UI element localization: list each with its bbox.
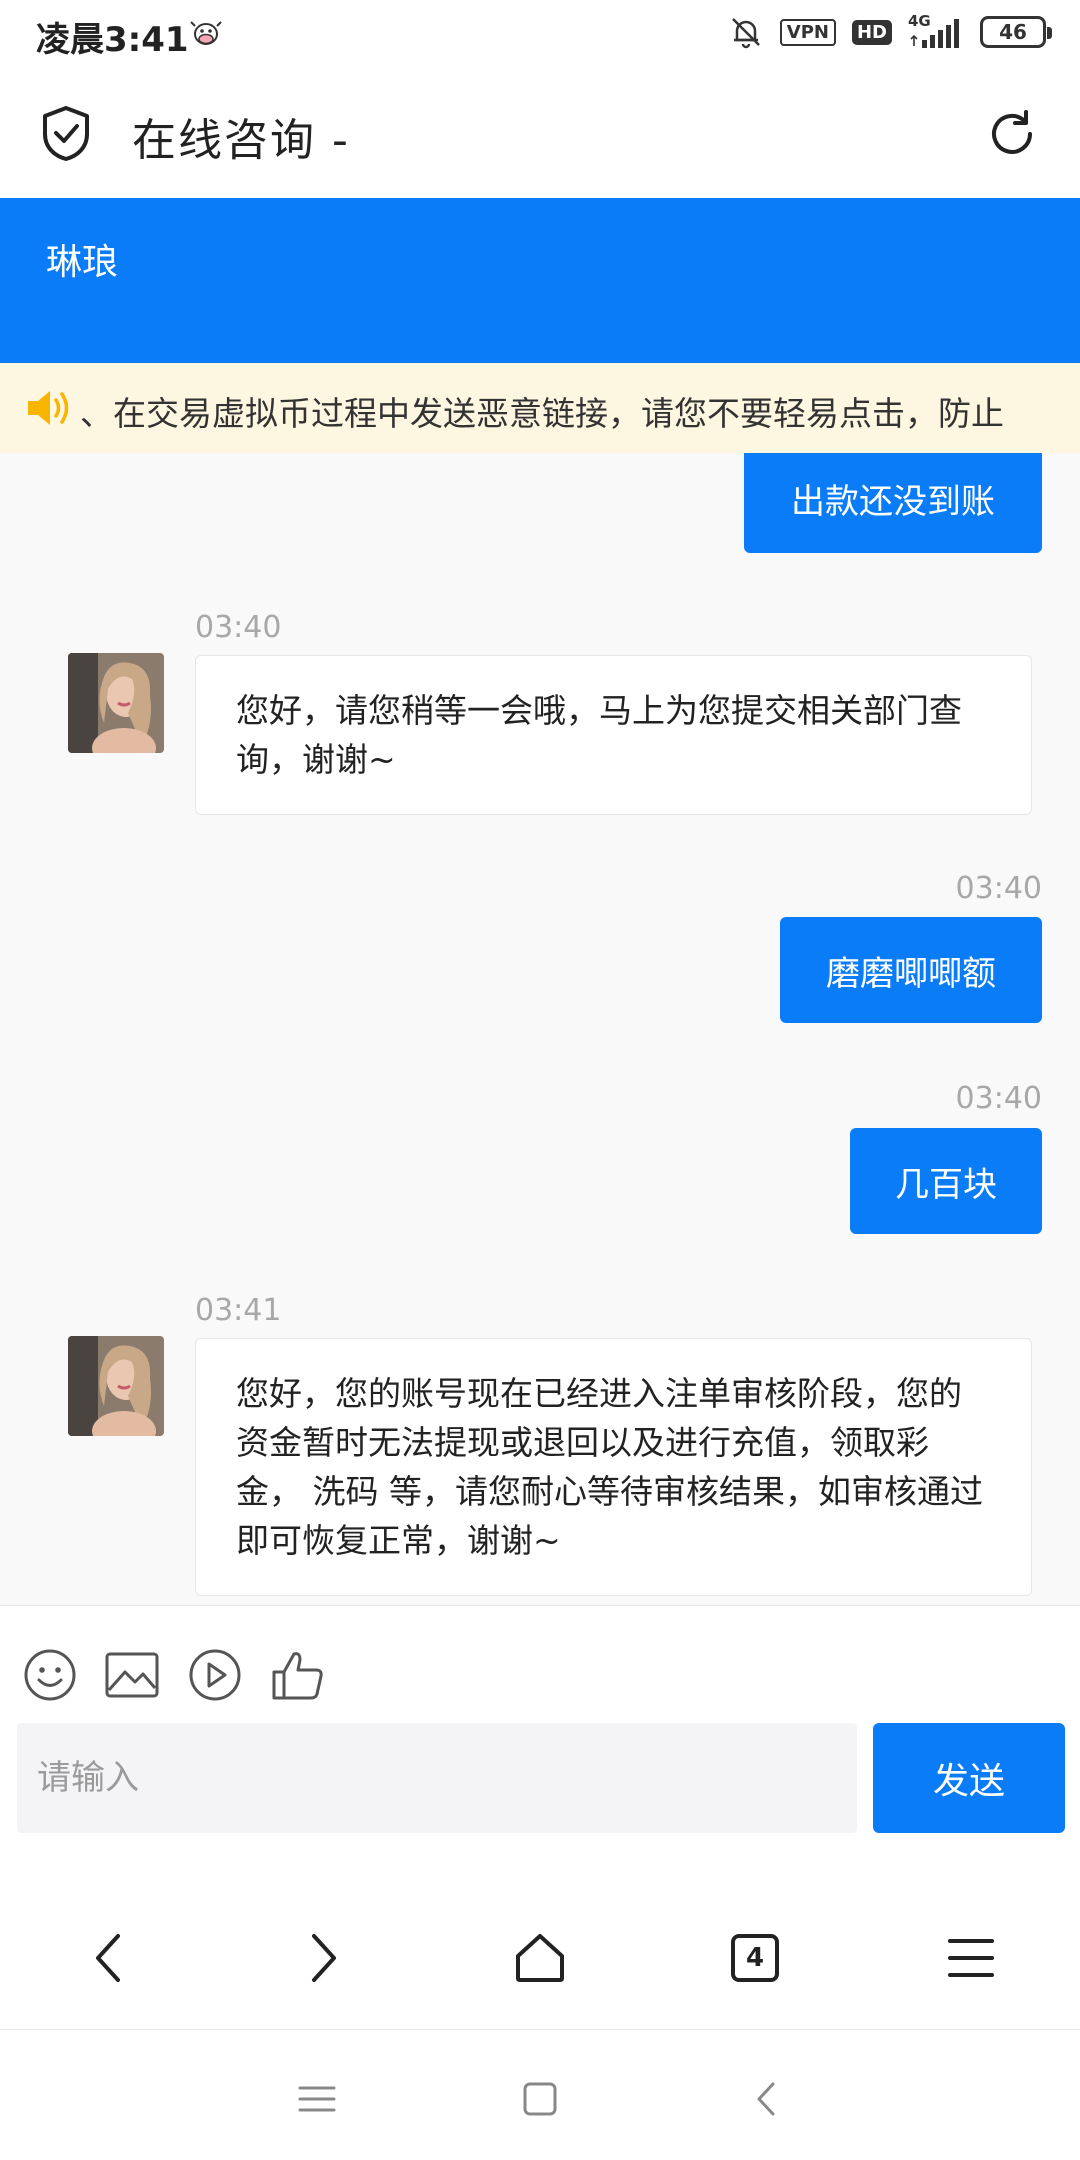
bell-off-icon (731, 18, 760, 49)
agent-banner: 琳琅 (0, 198, 1080, 363)
browser-toolbar: 4 (0, 1885, 1080, 2030)
recents-icon[interactable] (292, 2074, 342, 2124)
home-button[interactable] (505, 1923, 575, 1993)
tab-count: 4 (745, 1943, 765, 1973)
home-icon (516, 1934, 564, 1982)
chat-area[interactable]: 出款还没到账 03:40 您好，请您稍等一会哦，马上为您提交相关部门查询，谢谢~… (0, 453, 1080, 1605)
speaker-icon (28, 391, 69, 425)
battery-indicator: 46 (980, 16, 1052, 48)
tabs-button[interactable]: 4 (720, 1923, 790, 1993)
message-timestamp: 03:40 (195, 610, 282, 645)
shield-check-icon[interactable] (40, 104, 92, 162)
menu-icon (948, 1939, 994, 1977)
vpn-badge: VPN (779, 18, 836, 46)
avatar (68, 653, 164, 753)
message-incoming: 您好，您的账号现在已经进入注单审核阶段，您的资金暂时无法提现或退回以及进行充值，… (195, 1338, 1032, 1596)
screen: 凌晨3:41 VPN HD 4G 46 在线咨询 - 琳琅 、在交易虚拟币过程中… (0, 0, 1080, 2160)
send-button[interactable]: 发送 (873, 1723, 1065, 1833)
chevron-left-icon (96, 1934, 120, 1982)
emoji-icon[interactable] (21, 1646, 79, 1704)
forward-button[interactable] (289, 1923, 359, 1993)
back-arrow-icon[interactable] (743, 2074, 793, 2124)
chevron-right-icon (312, 1934, 336, 1982)
image-icon[interactable] (103, 1646, 161, 1704)
home-square-icon[interactable] (515, 2074, 565, 2124)
avatar (68, 1336, 164, 1436)
thumbs-up-icon[interactable] (268, 1646, 326, 1704)
message-outgoing: 几百块 (850, 1128, 1042, 1234)
message-timestamp: 03:40 (955, 1081, 1042, 1116)
message-outgoing: 磨磨唧唧额 (780, 917, 1042, 1023)
page-header: 在线咨询 - (0, 70, 1080, 198)
notice-text: 、在交易虚拟币过程中发送恶意链接，请您不要轻易点击，防止 (80, 394, 1004, 433)
video-icon[interactable] (186, 1646, 244, 1704)
message-incoming: 您好，请您稍等一会哦，马上为您提交相关部门查询，谢谢~ (195, 655, 1032, 815)
back-button[interactable] (73, 1923, 143, 1993)
message-input[interactable] (17, 1723, 857, 1833)
message-outgoing: 出款还没到账 (744, 453, 1042, 553)
notice-bar: 、在交易虚拟币过程中发送恶意链接，请您不要轻易点击，防止 (0, 363, 1080, 453)
message-timestamp: 03:41 (195, 1293, 282, 1328)
status-icons: VPN HD 4G 46 (728, 12, 1052, 50)
status-time: 凌晨3:41 (36, 20, 189, 60)
message-timestamp: 03:40 (955, 871, 1042, 906)
refresh-icon[interactable] (986, 108, 1038, 160)
system-navigation (0, 2030, 1080, 2160)
hd-badge: HD (851, 19, 892, 45)
status-bar: 凌晨3:41 VPN HD 4G 46 (0, 0, 1080, 70)
page-title: 在线咨询 - (132, 115, 350, 166)
composer: 发送 (0, 1605, 1080, 1885)
menu-button[interactable] (936, 1923, 1006, 1993)
signal-icon: 4G (908, 12, 964, 50)
cow-icon (190, 21, 222, 45)
agent-name: 琳琅 (46, 242, 119, 283)
